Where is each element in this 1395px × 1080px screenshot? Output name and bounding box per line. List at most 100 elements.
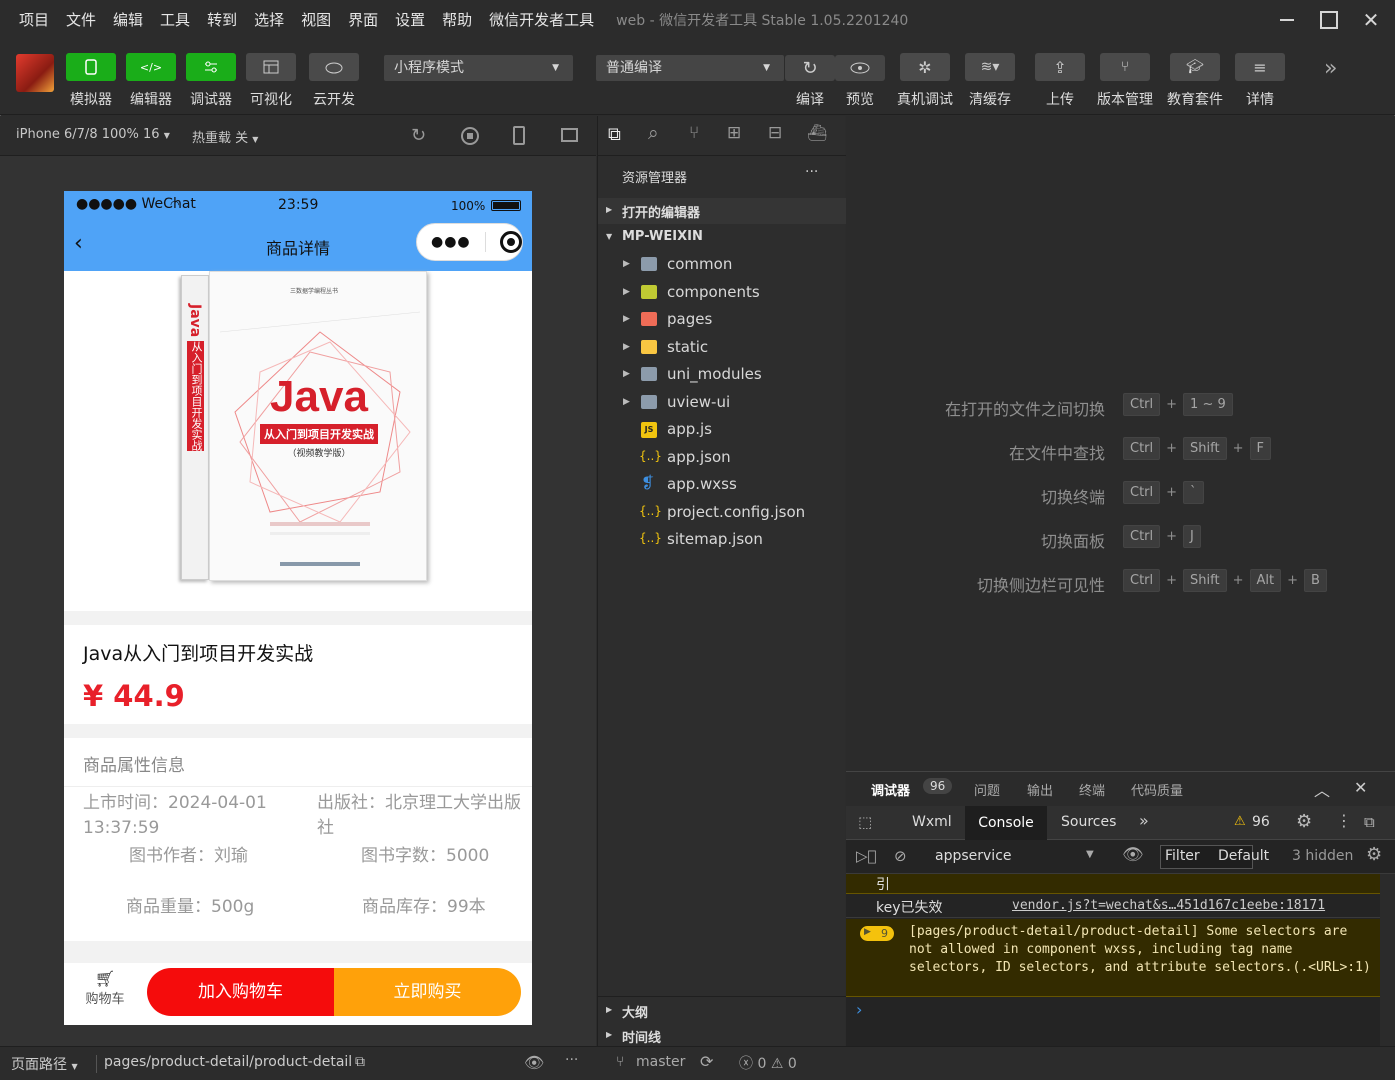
scrollbar[interactable] xyxy=(1380,874,1395,1047)
avatar[interactable] xyxy=(16,54,54,92)
product-image[interactable]: Java 从入门到项目开发实战 三数据学编程丛书 Java 从入门到项目开发实战… xyxy=(64,271,532,611)
open-editors-header[interactable]: ▶ 打开的编辑器 xyxy=(598,198,846,224)
tab-problems[interactable]: 问题 xyxy=(974,780,1000,799)
maximize-button[interactable] xyxy=(1311,6,1347,34)
menu-tools[interactable]: 工具 xyxy=(151,0,198,40)
files-icon[interactable]: ⧉ xyxy=(608,124,621,145)
preview-button[interactable] xyxy=(835,55,885,81)
console-toolbar: ▷⃞ ⊘ appservice ▼ 👁︎ Filter Default 3 hi… xyxy=(846,840,1395,874)
reload-button[interactable]: ↻ xyxy=(411,125,426,146)
level-select[interactable]: Default xyxy=(1218,848,1269,864)
add-to-cart-button[interactable]: 加入购物车 xyxy=(147,968,334,1016)
settings-button[interactable]: ⚙ xyxy=(1296,811,1312,832)
console-prompt[interactable]: › xyxy=(856,1000,862,1019)
detach-window-button[interactable] xyxy=(561,128,578,142)
device-select[interactable]: iPhone 6/7/8 100% 16 ▼ xyxy=(16,127,170,142)
real-debug-button[interactable]: ✲ xyxy=(900,53,950,81)
simulator-toggle[interactable] xyxy=(66,53,116,81)
details-button[interactable]: ≡ xyxy=(1235,53,1285,81)
edu-button[interactable]: 🎓︎ xyxy=(1170,53,1220,81)
context-select[interactable]: appservice xyxy=(935,848,1012,864)
menu-edit[interactable]: 编辑 xyxy=(104,0,151,40)
tab-code-quality[interactable]: 代码质量 xyxy=(1131,780,1183,799)
folder-item[interactable]: ▶ common xyxy=(598,251,846,278)
inspect-element-icon[interactable]: ⬚ xyxy=(858,813,872,831)
visual-toggle[interactable] xyxy=(246,53,296,81)
close-miniprogram-button[interactable] xyxy=(499,231,522,253)
folder-item[interactable]: ▶ components xyxy=(598,279,846,306)
file-item[interactable]: {..} sitemap.json xyxy=(598,526,846,553)
tab-sources[interactable]: Sources xyxy=(1061,814,1116,830)
git-branch[interactable]: master xyxy=(636,1054,685,1070)
upload-button[interactable]: ⇪ xyxy=(1035,53,1085,81)
tab-debugger[interactable]: 调试器 xyxy=(871,780,910,799)
clear-console-button[interactable]: ⊘ xyxy=(894,847,907,865)
menu-help[interactable]: 帮助 xyxy=(433,0,480,40)
menu-interface[interactable]: 界面 xyxy=(339,0,386,40)
dock-button[interactable]: ⧉ xyxy=(1364,813,1375,831)
tab-wxml[interactable]: Wxml xyxy=(912,814,952,830)
copy-path-button[interactable]: ⧉ xyxy=(355,1054,365,1070)
menu-project[interactable]: 项目 xyxy=(10,0,57,40)
file-item[interactable]: {..} project.config.json xyxy=(598,499,846,526)
compile-select[interactable]: 普通编译 ▼ xyxy=(596,55,784,81)
extensions-icon[interactable]: ⊞ xyxy=(727,123,741,143)
cart-button[interactable]: 🛒︎ 购物车 xyxy=(78,969,132,1007)
folder-item[interactable]: ▶ uview-ui xyxy=(598,389,846,416)
folder-item[interactable]: ▶ pages xyxy=(598,306,846,333)
menu-file[interactable]: 文件 xyxy=(57,0,104,40)
console-settings-button[interactable]: ⚙ xyxy=(1366,844,1382,865)
file-item[interactable]: {..} app.json xyxy=(598,444,846,471)
buy-now-button[interactable]: 立即购买 xyxy=(334,968,521,1016)
folder-item[interactable]: ▶ uni_modules xyxy=(598,361,846,388)
minimize-button[interactable] xyxy=(1269,6,1305,34)
sync-button[interactable]: ⟳ xyxy=(700,1052,713,1071)
stop-button[interactable] xyxy=(461,127,479,145)
sidebar-toggle-icon[interactable]: ▷⃞ xyxy=(856,847,877,865)
problems-indicator[interactable]: ⓧ 0 ⚠ 0 xyxy=(739,1053,797,1073)
live-expression-button[interactable]: 👁︎ xyxy=(1122,845,1144,865)
hot-reload-select[interactable]: 热重载 关 ▼ xyxy=(192,127,258,146)
folder-item[interactable]: ▶ static xyxy=(598,334,846,361)
search-icon[interactable]: ⌕ xyxy=(648,122,659,144)
file-item[interactable]: ❡ app.wxss xyxy=(598,471,846,498)
cloud-button[interactable] xyxy=(309,53,359,81)
phone-simulator[interactable]: ●●●●● WeChat ◠ 23:59 100% ‹ 商品详情 ●●● Jav… xyxy=(64,191,532,1025)
rotate-device-button[interactable] xyxy=(513,126,525,145)
mode-select[interactable]: 小程序模式 ▼ xyxy=(384,55,573,81)
kebab-menu-button[interactable]: ⋮ xyxy=(1336,811,1352,830)
editor-toggle[interactable]: </> xyxy=(126,53,176,81)
chevron-up-icon: ︿ xyxy=(1314,781,1331,800)
page-path-menu[interactable]: 页面路径 ▼ xyxy=(11,1054,78,1074)
preview-toggle[interactable]: 👁︎ xyxy=(524,1053,544,1072)
more-dots-button[interactable]: ●●● xyxy=(431,234,471,250)
source-control-icon[interactable]: ⑂ xyxy=(689,123,699,143)
explorer-more-button[interactable]: ··· xyxy=(805,164,818,180)
tab-output[interactable]: 输出 xyxy=(1027,780,1053,799)
menu-view[interactable]: 视图 xyxy=(292,0,339,40)
source-link[interactable]: vendor.js?t=wechat&s…451d167c1eebe:18171 xyxy=(1012,898,1325,913)
version-button[interactable]: ⑂ xyxy=(1100,53,1150,81)
more-tabs-button[interactable]: » xyxy=(1139,811,1149,830)
menu-goto[interactable]: 转到 xyxy=(198,0,245,40)
menu-devtools[interactable]: 微信开发者工具 xyxy=(480,0,602,40)
close-window-button[interactable]: ✕ xyxy=(1353,6,1389,34)
toolbar-more-button[interactable]: » xyxy=(1324,56,1337,81)
tab-terminal[interactable]: 终端 xyxy=(1079,780,1105,799)
menu-settings[interactable]: 设置 xyxy=(386,0,433,40)
debugger-toggle[interactable] xyxy=(186,53,236,81)
tab-console[interactable]: Console xyxy=(965,806,1047,840)
timeline-header[interactable]: ▶ 时间线 xyxy=(598,1023,846,1046)
outline-header[interactable]: ▶ 大纲 xyxy=(598,996,846,1022)
collapse-panel-button[interactable]: ︿ xyxy=(1314,777,1330,801)
docker-icon[interactable]: ⛴︎ xyxy=(807,123,827,142)
compile-button[interactable]: ↻ xyxy=(785,55,835,81)
storage-icon[interactable]: ⊟ xyxy=(768,123,782,143)
clear-cache-button[interactable]: ≋▾ xyxy=(965,53,1015,81)
status-more-button[interactable]: ··· xyxy=(565,1052,578,1068)
close-panel-button[interactable]: ✕ xyxy=(1354,778,1367,797)
menu-select[interactable]: 选择 xyxy=(245,0,292,40)
file-item[interactable]: JS app.js xyxy=(598,416,846,443)
root-folder-header[interactable]: ▼ MP-WEIXIN xyxy=(598,225,846,251)
warning-count[interactable]: 96 xyxy=(1252,814,1270,830)
